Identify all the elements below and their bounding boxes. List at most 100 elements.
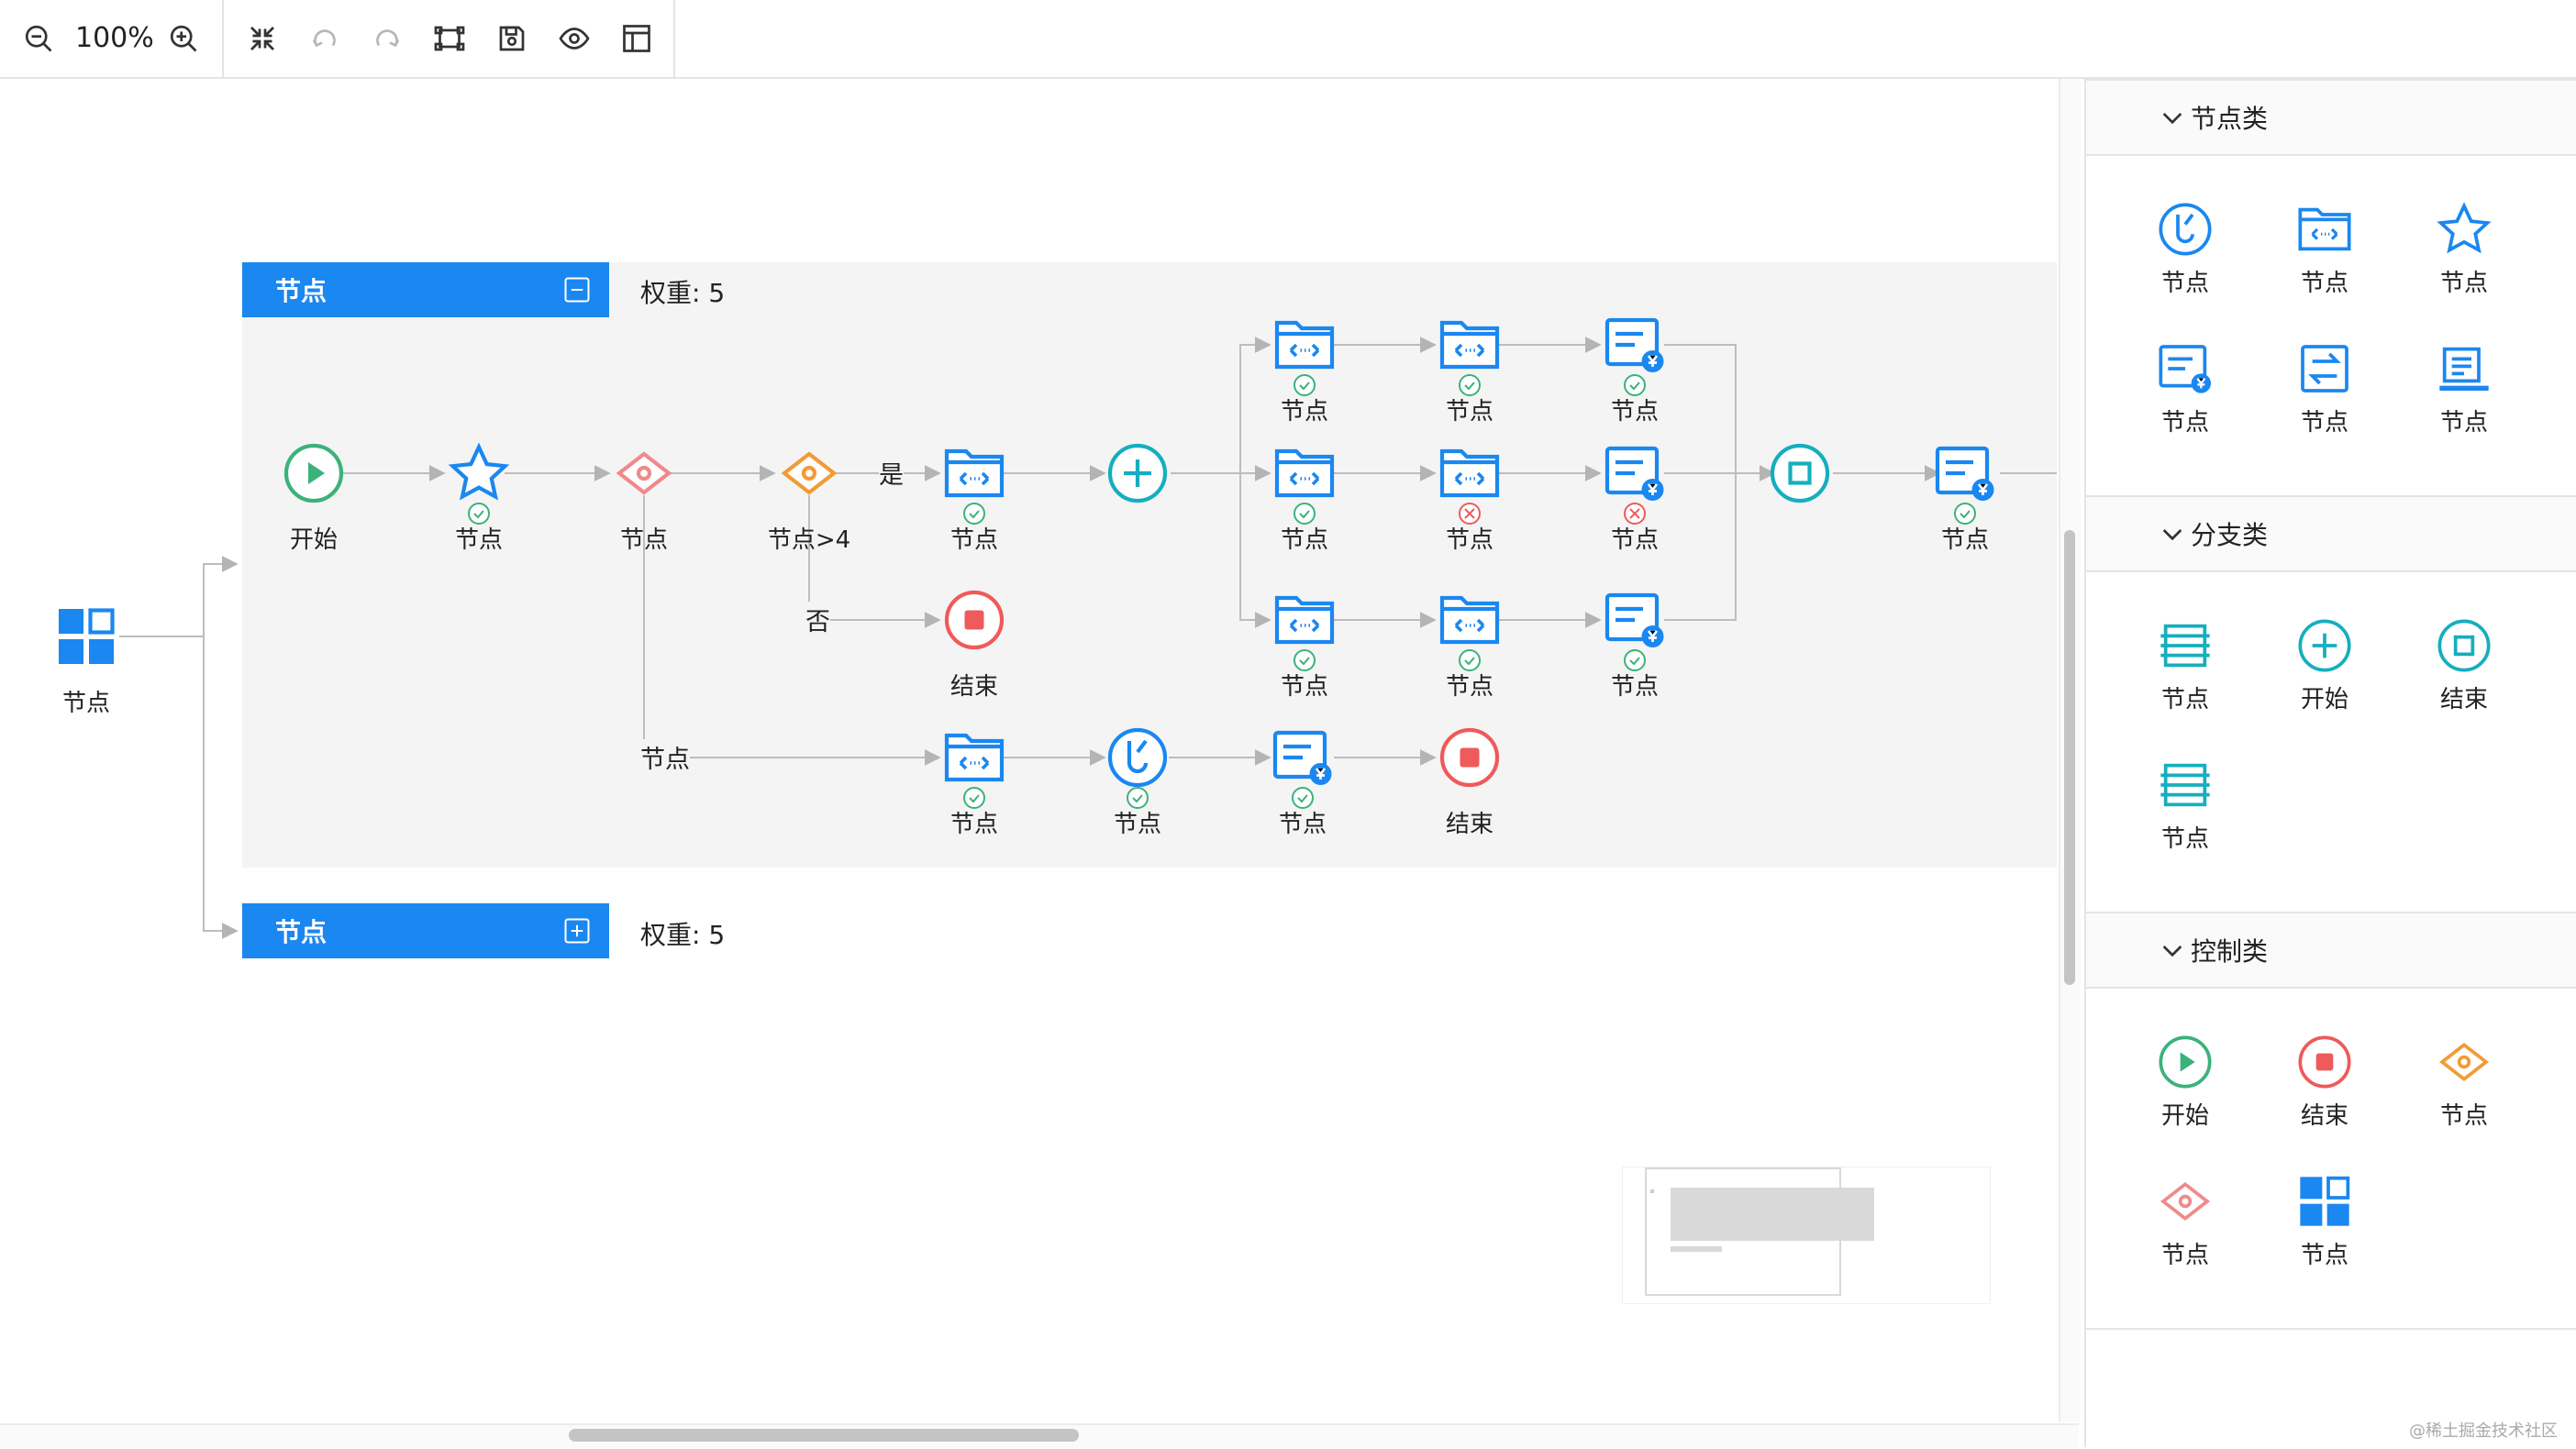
node-label: 节点: [1280, 526, 1329, 554]
minimap-group: [1671, 1246, 1722, 1252]
node-label: 节点: [1445, 673, 1494, 701]
group-header[interactable]: 节点: [242, 262, 609, 317]
edge-label-no: 否: [805, 602, 830, 637]
palette-item[interactable]: 节点: [2130, 339, 2240, 459]
palette-item-label: 开始: [2300, 686, 2348, 713]
edge: [1664, 344, 1737, 621]
section-title: 分支类: [2191, 520, 2269, 550]
palette-item-label: 节点: [2439, 409, 2488, 437]
section-header-branch[interactable]: 分支类: [2086, 495, 2576, 572]
stop-icon[interactable]: [941, 587, 1007, 653]
invoice-icon[interactable]: [1602, 587, 1668, 653]
node-label: 节点: [1445, 398, 1494, 426]
star-icon: [2437, 202, 2492, 254]
parallel-plus-icon: [2298, 619, 2351, 672]
palette-item-label: 节点: [2300, 409, 2348, 437]
code-folder-icon[interactable]: [941, 440, 1007, 506]
palette-item[interactable]: 节点: [2130, 756, 2240, 875]
parallel-group-icon: [2160, 624, 2210, 668]
node-label: 节点: [1445, 526, 1494, 554]
node-label: 结束: [1445, 811, 1494, 838]
chevron-down-icon: [2162, 946, 2182, 957]
code-folder-icon[interactable]: [1271, 440, 1338, 506]
palette-item[interactable]: 节点: [2130, 616, 2240, 736]
invoice-icon[interactable]: [1932, 440, 1998, 506]
palette-item[interactable]: 结束: [2270, 1033, 2380, 1152]
group-weight: 权重: 5: [640, 920, 726, 950]
grid-node-icon: [2300, 1176, 2350, 1226]
edge: [1239, 337, 1271, 473]
condition-diamond-icon[interactable]: [776, 440, 842, 506]
palette-item-label: 节点: [2300, 1242, 2348, 1269]
node-label: 节点: [1278, 811, 1327, 838]
edge: [1239, 473, 1271, 628]
palette-item[interactable]: 节点: [2270, 1172, 2380, 1291]
palette-item-label: 结束: [2300, 1102, 2348, 1130]
diamond-icon[interactable]: [611, 440, 677, 506]
edge: [203, 636, 239, 939]
minimap[interactable]: [1622, 1167, 1991, 1304]
invoice-icon[interactable]: [1602, 312, 1668, 378]
parallel-group-icon: [2160, 763, 2210, 807]
node-label: 节点: [61, 690, 111, 717]
parallel-join-icon[interactable]: [1767, 440, 1833, 506]
palette-item[interactable]: 开始: [2130, 1033, 2240, 1152]
vertical-scroll-thumb[interactable]: [2064, 530, 2075, 985]
node-label: 节点: [1280, 673, 1329, 701]
group-title: 节点: [275, 917, 328, 947]
invoice-icon[interactable]: [1602, 440, 1668, 506]
stop-icon[interactable]: [1437, 724, 1503, 791]
star-icon[interactable]: [446, 440, 512, 506]
watermark: @稀土掘金技术社区: [2409, 1421, 2558, 1441]
section-title: 控制类: [2191, 936, 2269, 967]
play-icon[interactable]: [281, 440, 347, 506]
section-header-control[interactable]: 控制类: [2086, 912, 2576, 989]
section-header-nodes[interactable]: 节点类: [2086, 79, 2576, 156]
palette-item-label: 节点: [2160, 825, 2209, 853]
palette-item[interactable]: 节点: [2409, 200, 2519, 319]
section-title: 节点类: [2191, 104, 2269, 134]
group-weight: 权重: 5: [640, 278, 726, 308]
expand-icon[interactable]: [563, 917, 591, 945]
invoice-icon: [2159, 345, 2211, 393]
horizontal-scroll-thumb[interactable]: [569, 1429, 1079, 1442]
group-header[interactable]: 节点: [242, 903, 609, 958]
minimap-node: [1650, 1189, 1654, 1193]
node-label: 节点: [1610, 673, 1660, 701]
palette-item[interactable]: 节点: [2409, 339, 2519, 459]
diamond-icon: [2160, 1181, 2211, 1222]
code-folder-icon[interactable]: [941, 724, 1007, 791]
palette-item[interactable]: 节点: [2130, 200, 2240, 319]
play-icon: [2159, 1035, 2212, 1089]
code-folder-icon[interactable]: [1437, 587, 1503, 653]
minimap-group: [1671, 1188, 1874, 1241]
palette-item[interactable]: 节点: [2270, 339, 2380, 459]
palette-item[interactable]: 节点: [2130, 1172, 2240, 1291]
branch-merge-icon[interactable]: [1105, 724, 1171, 791]
code-folder-icon[interactable]: [1271, 587, 1338, 653]
node-label: 节点: [1280, 398, 1329, 426]
invoice-icon[interactable]: [1270, 724, 1336, 791]
node-label: 节点: [1113, 811, 1162, 838]
parallel-plus-icon[interactable]: [1105, 440, 1171, 506]
code-folder-icon[interactable]: [1437, 440, 1503, 506]
book-icon: [2439, 347, 2489, 391]
transfer-icon: [2301, 345, 2348, 393]
palette-item-label: 节点: [2160, 1242, 2209, 1269]
palette-item-label: 节点: [2439, 1102, 2488, 1130]
node-label: 节点: [1610, 398, 1660, 426]
code-folder-icon[interactable]: [1437, 312, 1503, 378]
collapse-icon[interactable]: [563, 276, 591, 304]
palette-item[interactable]: 结束: [2409, 616, 2519, 736]
chevron-down-icon: [2162, 529, 2182, 541]
node-label: 节点: [1940, 526, 1990, 554]
palette-item[interactable]: 节点: [2270, 200, 2380, 319]
code-folder-icon[interactable]: [1271, 312, 1338, 378]
palette-item[interactable]: 节点: [2409, 1033, 2519, 1152]
palette-item-label: 开始: [2160, 1102, 2209, 1130]
palette-item[interactable]: 开始: [2270, 616, 2380, 736]
node-label: 节点: [949, 526, 999, 554]
node-label: 节点>4: [767, 526, 851, 554]
chevron-down-icon: [2162, 113, 2182, 125]
grid-node-icon[interactable]: [53, 603, 119, 669]
